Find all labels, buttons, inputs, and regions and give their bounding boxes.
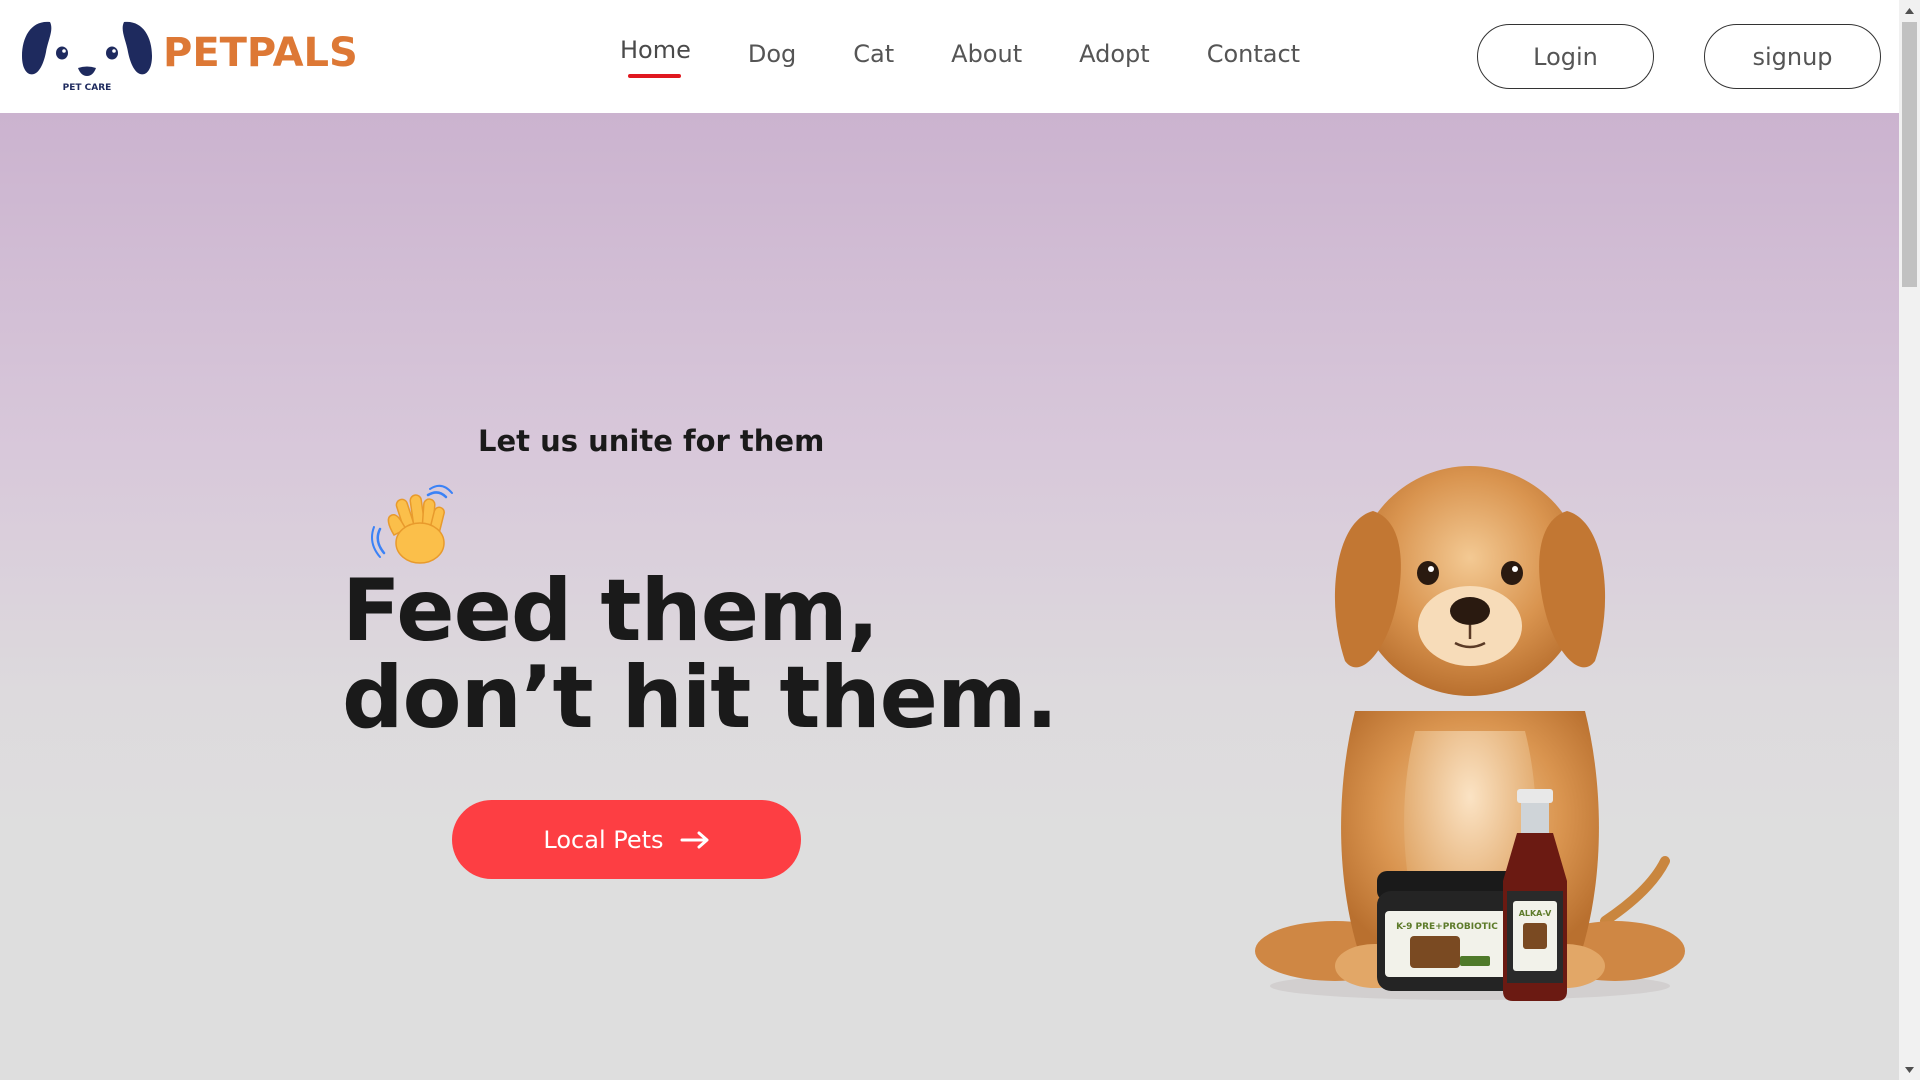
hero-headline-line1: Feed them, (342, 561, 879, 661)
hero-headline-line2: don’t hit them. (342, 648, 1058, 748)
nav-about-label: About (951, 40, 1023, 68)
local-pets-label: Local Pets (543, 825, 664, 854)
dog-face-logo[interactable]: PET CARE (20, 18, 154, 94)
active-nav-indicator (628, 74, 681, 78)
nav-adopt[interactable]: Adopt (1079, 36, 1150, 68)
puppy-with-products-image: K-9 PRE+PROBIOTIC ALKA-V (1255, 466, 1685, 1001)
hero-tagline: Let us unite for them (478, 424, 825, 458)
bottle-label-text: ALKA-V (1519, 909, 1552, 918)
hero-section: Let us unite for them Feed them, don’t h… (0, 113, 1899, 1080)
nav-dog[interactable]: Dog (748, 36, 796, 68)
main-nav: Home Dog Cat About Adopt Contact (620, 36, 1300, 78)
waving-hand-icon (371, 484, 453, 564)
nav-cat-label: Cat (853, 40, 895, 68)
nav-adopt-label: Adopt (1079, 40, 1150, 68)
scroll-down-arrow-icon[interactable] (1899, 1059, 1920, 1080)
local-pets-button[interactable]: Local Pets (452, 800, 801, 879)
signup-button[interactable]: signup (1704, 24, 1881, 89)
nav-dog-label: Dog (747, 40, 797, 68)
nav-home-label: Home (620, 36, 691, 64)
nav-contact-label: Contact (1206, 40, 1301, 68)
jar-label-text: K-9 PRE+PROBIOTIC (1396, 922, 1498, 932)
nav-about[interactable]: About (951, 36, 1022, 68)
nav-cat[interactable]: Cat (853, 36, 894, 68)
login-button[interactable]: Login (1477, 24, 1654, 89)
logo-caption: PET CARE (63, 83, 112, 93)
scrollbar-thumb[interactable] (1902, 22, 1917, 287)
arrow-right-icon (680, 831, 709, 848)
hero-headline: Feed them, don’t hit them. (342, 561, 1058, 748)
vertical-scrollbar[interactable] (1899, 0, 1920, 1080)
nav-contact[interactable]: Contact (1207, 36, 1300, 68)
brand-name[interactable]: PETPALS (163, 30, 358, 76)
scroll-up-arrow-icon[interactable] (1899, 0, 1920, 21)
nav-home[interactable]: Home (620, 36, 691, 78)
site-header: PET CARE PETPALS Home Dog Cat About Adop… (0, 0, 1899, 113)
